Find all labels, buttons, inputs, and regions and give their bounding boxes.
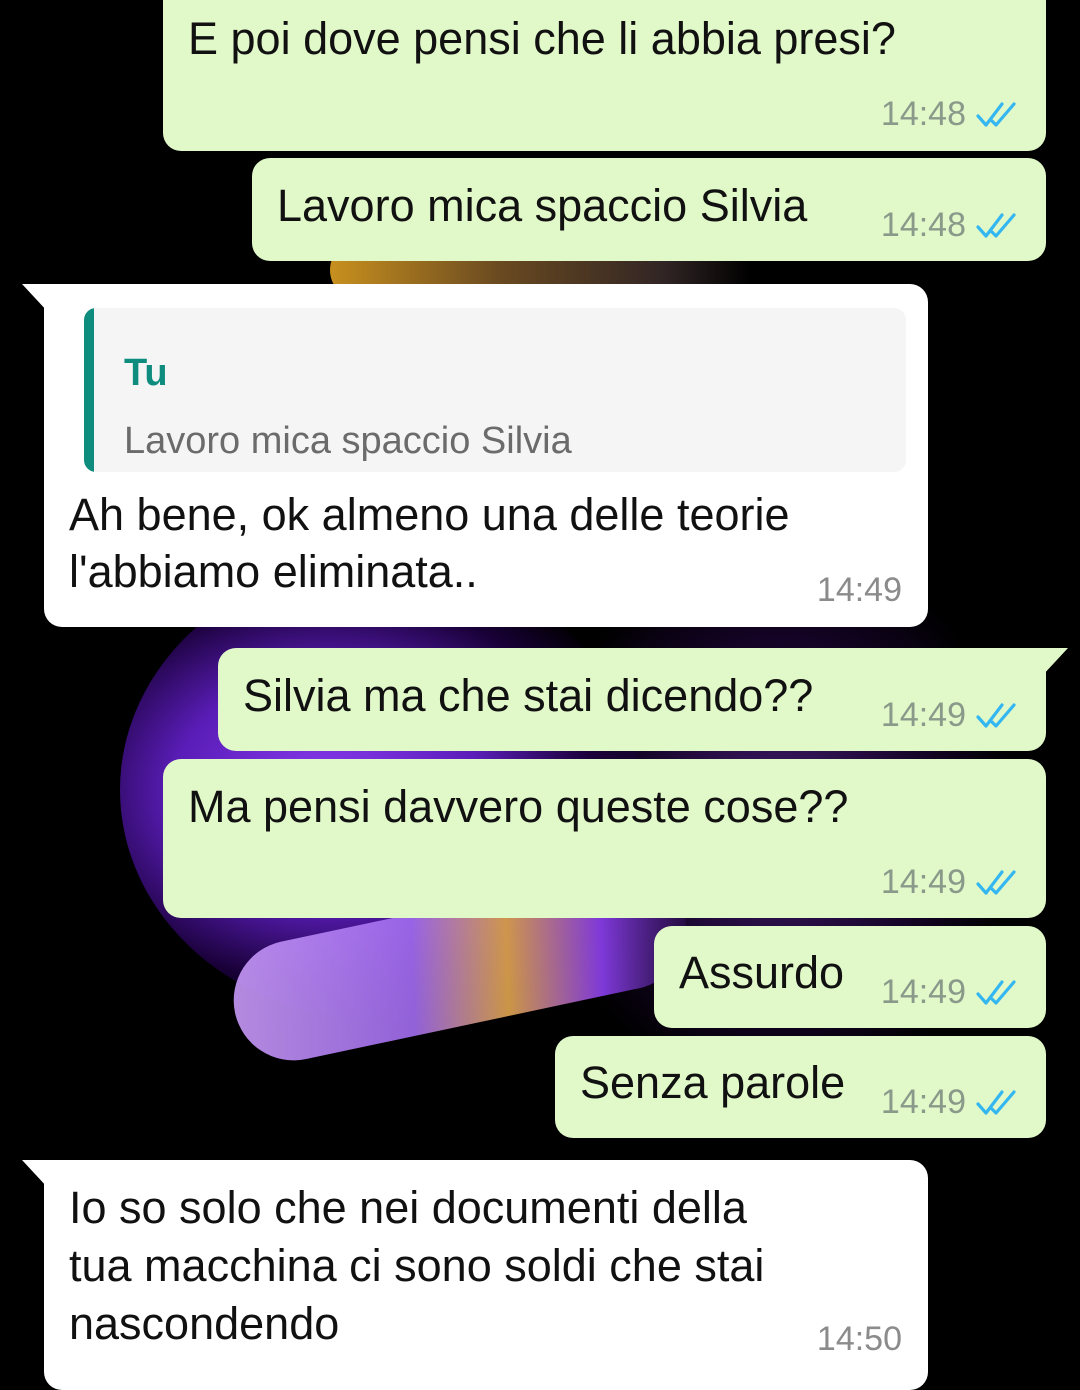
message-time: 14:48 (880, 206, 966, 244)
message-time: 14:49 (880, 1083, 966, 1121)
message-bubble-outgoing[interactable]: Assurdo 14:49 (654, 926, 1046, 1028)
message-bubble-outgoing[interactable]: E poi dove pensi che li abbia presi? 14:… (163, 0, 1046, 151)
double-check-icon (976, 1089, 1016, 1115)
message-time: 14:48 (880, 95, 966, 133)
quote-accent-bar (84, 308, 94, 472)
message-bubble-outgoing[interactable]: Silvia ma che stai dicendo?? 14:49 (218, 648, 1068, 751)
message-meta: 14:49 (817, 571, 902, 610)
bubble-tail (22, 284, 48, 312)
message-text: Assurdo (679, 947, 845, 998)
message-meta: 14:49 (881, 973, 1022, 1012)
message-time: 14:50 (816, 1320, 902, 1358)
message-bubble-incoming[interactable]: Io so solo che nei documenti della tua m… (22, 1160, 928, 1390)
message-text-line: l'abbiamo eliminata.. (69, 546, 478, 597)
double-check-icon (976, 702, 1016, 728)
message-time: 14:49 (816, 571, 902, 609)
double-check-icon (976, 101, 1016, 127)
message-bubble-outgoing[interactable]: Senza parole 14:49 (555, 1036, 1046, 1138)
message-bubble-incoming[interactable]: Tu Lavoro mica spaccio Silvia Ah bene, o… (22, 284, 928, 627)
message-meta: 14:49 (881, 1083, 1022, 1122)
message-text: E poi dove pensi che li abbia presi? (188, 13, 896, 64)
quote-text: Lavoro mica spaccio Silvia (124, 420, 572, 462)
message-text: Silvia ma che stai dicendo?? (243, 670, 814, 721)
message-text-line: Ah bene, ok almeno una delle teorie (69, 489, 790, 540)
message-time: 14:49 (880, 696, 966, 734)
bubble-tail (22, 1160, 48, 1188)
message-meta: 14:49 (881, 863, 1022, 902)
message-text: Ma pensi davvero queste cose?? (188, 781, 849, 832)
message-text-line: Io so solo che nei documenti della (69, 1182, 747, 1233)
bubble-tail (1042, 648, 1068, 676)
message-meta: 14:50 (817, 1320, 902, 1359)
double-check-icon (976, 212, 1016, 238)
double-check-icon (976, 869, 1016, 895)
message-text: Senza parole (580, 1057, 846, 1108)
message-text: Lavoro mica spaccio Silvia (277, 180, 808, 231)
message-bubble-outgoing[interactable]: Ma pensi davvero queste cose?? 14:49 (163, 759, 1046, 918)
quoted-reply[interactable]: Tu Lavoro mica spaccio Silvia (84, 308, 906, 472)
quote-sender: Tu (124, 352, 168, 394)
message-bubble-outgoing[interactable]: Lavoro mica spaccio Silvia 14:48 (252, 158, 1046, 261)
message-time: 14:49 (880, 863, 966, 901)
message-time: 14:49 (880, 973, 966, 1011)
message-meta: 14:48 (881, 206, 1022, 245)
message-text-line: tua macchina ci sono soldi che stai (69, 1240, 765, 1291)
message-text-line: nascondendo (69, 1298, 340, 1349)
message-meta: 14:49 (881, 696, 1022, 735)
message-meta: 14:48 (881, 95, 1022, 134)
double-check-icon (976, 979, 1016, 1005)
